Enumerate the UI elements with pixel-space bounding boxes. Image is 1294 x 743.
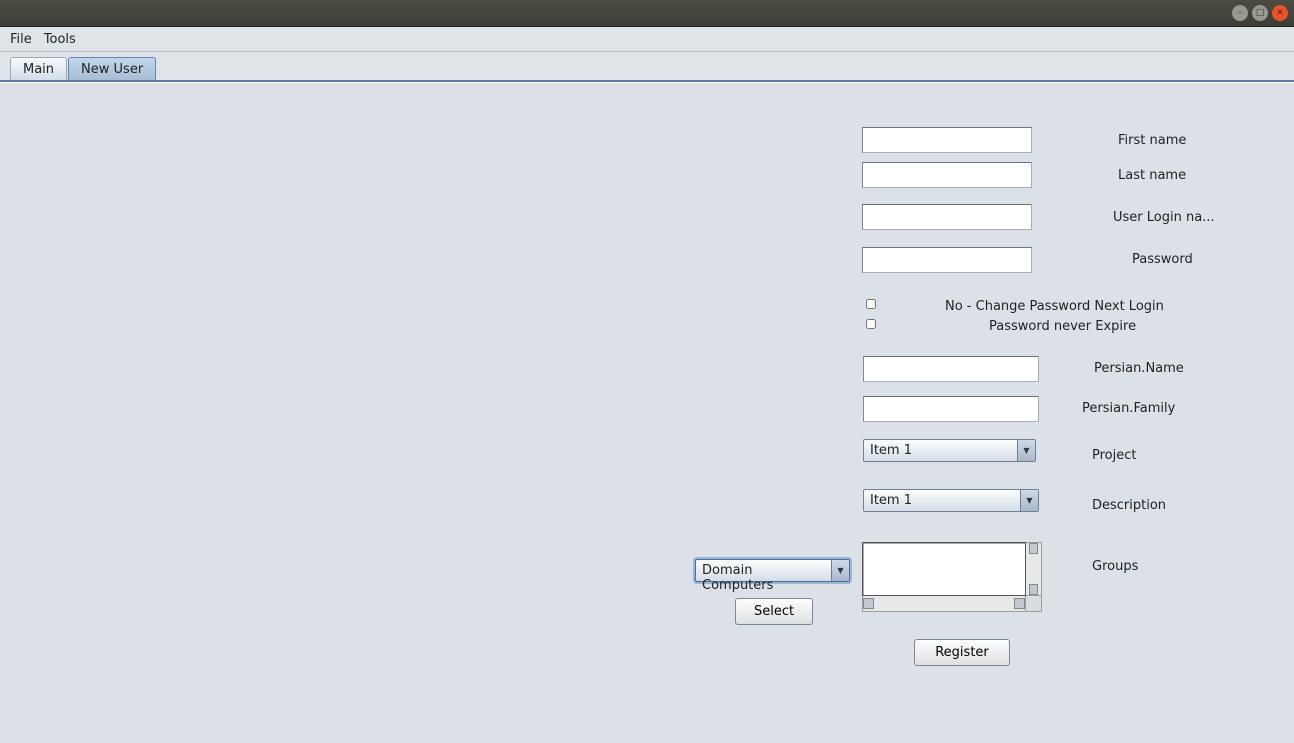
menubar: File Tools — [0, 27, 1294, 52]
tab-main[interactable]: Main — [10, 57, 67, 80]
register-button[interactable]: Register — [914, 639, 1010, 666]
user-login-label: User Login na... — [1113, 210, 1215, 225]
tab-content-new-user: First name Last name User Login na... Pa… — [0, 82, 1294, 743]
groups-listbox-hscroll[interactable] — [862, 596, 1026, 612]
domain-combobox[interactable]: Domain Computers ▼ — [695, 559, 850, 582]
last-name-input[interactable] — [862, 162, 1032, 188]
window-titlebar: – □ ✕ — [0, 0, 1294, 27]
select-button[interactable]: Select — [735, 598, 813, 625]
groups-listbox-vscroll[interactable] — [1026, 542, 1042, 596]
persian-family-label: Persian.Family — [1082, 401, 1175, 416]
project-label: Project — [1092, 448, 1136, 463]
menu-file[interactable]: File — [8, 30, 34, 49]
password-label: Password — [1132, 252, 1193, 267]
domain-combobox-value: Domain Computers — [696, 560, 831, 581]
groups-listbox[interactable] — [862, 542, 1042, 612]
no-change-password-label: No - Change Password Next Login — [945, 299, 1164, 314]
first-name-input[interactable] — [862, 127, 1032, 153]
persian-name-label: Persian.Name — [1094, 361, 1184, 376]
persian-family-input[interactable] — [863, 396, 1039, 422]
tab-new-user[interactable]: New User — [68, 57, 156, 80]
app-window: File Tools Main New User First name Last… — [0, 27, 1294, 743]
chevron-down-icon: ▼ — [1020, 490, 1038, 511]
user-login-input[interactable] — [862, 204, 1032, 230]
description-label: Description — [1092, 498, 1166, 513]
window-close-button[interactable]: ✕ — [1272, 5, 1288, 21]
chevron-down-icon: ▼ — [1017, 440, 1035, 461]
password-input[interactable] — [862, 247, 1032, 273]
project-combobox-value: Item 1 — [864, 440, 1017, 461]
project-combobox[interactable]: Item 1 ▼ — [863, 439, 1036, 462]
menu-tools[interactable]: Tools — [42, 30, 78, 49]
password-never-expire-checkbox[interactable] — [866, 319, 876, 329]
description-combobox-value: Item 1 — [864, 490, 1020, 511]
window-minimize-button[interactable]: – — [1232, 5, 1248, 21]
last-name-label: Last name — [1118, 168, 1186, 183]
first-name-label: First name — [1118, 133, 1186, 148]
password-never-expire-label: Password never Expire — [989, 319, 1136, 334]
description-combobox[interactable]: Item 1 ▼ — [863, 489, 1039, 512]
tabstrip: Main New User — [0, 52, 1294, 82]
no-change-password-checkbox[interactable] — [866, 299, 876, 309]
window-maximize-button[interactable]: □ — [1252, 5, 1268, 21]
groups-label: Groups — [1092, 559, 1138, 574]
persian-name-input[interactable] — [863, 356, 1039, 382]
groups-listbox-inner — [862, 542, 1026, 596]
chevron-down-icon: ▼ — [831, 560, 849, 581]
groups-listbox-scroll-corner — [1026, 596, 1042, 612]
